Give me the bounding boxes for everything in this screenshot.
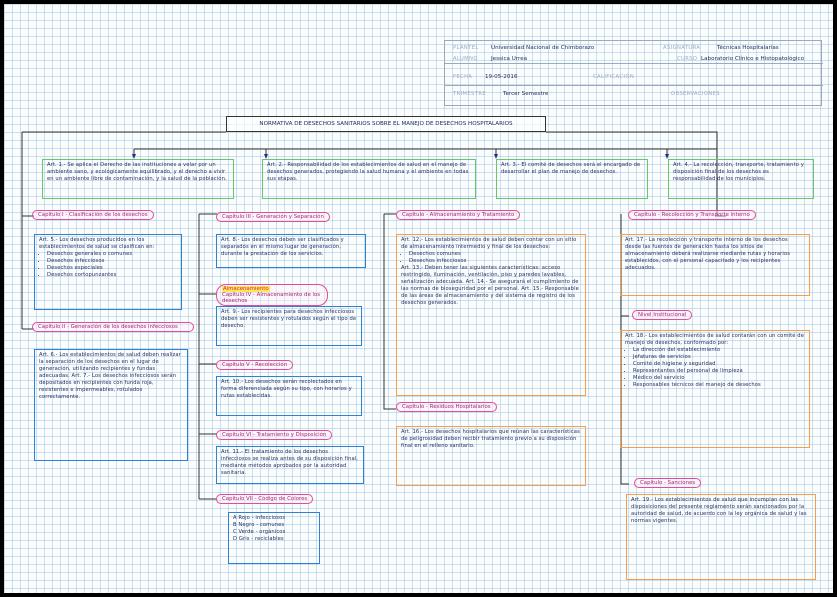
recoleccion2-title: Capítulo - Recolección y Transporte inte… [628, 210, 756, 220]
list-item: A Rojo - infecciosos [233, 515, 286, 521]
article-4-box: Art. 4.- La recolección, transporte, tra… [668, 159, 814, 199]
alumno-label: ALUMNO [453, 56, 478, 62]
almacenamiento-box: Art. 9.- Los recipientes para desechos i… [216, 306, 362, 346]
fecha-label: FECHA [453, 74, 473, 80]
list-item: La dirección del establecimiento [633, 347, 805, 354]
recoleccion-box: Art. 10.- Los desechos serán recolectado… [216, 376, 362, 416]
article-1-box: Art. 1.- Se aplica el Derecho de las ins… [42, 159, 234, 199]
list-item: Comité de higiene y seguridad [633, 361, 805, 368]
institucional-box: Art. 18.- Los establecimientos de salud … [620, 330, 810, 448]
almac-central-box: Art. 12.- Los establecimientos de salud … [396, 234, 586, 396]
generacion-title: Capítulo III - Generación y Separación [216, 212, 330, 222]
clasificacion-list: Desechos generales o comunes Desechos in… [39, 251, 177, 279]
plantel-label: PLANTEL [453, 45, 479, 51]
infecciosos-box: Art. 6.- Los establecimientos de salud d… [34, 349, 188, 461]
recoleccion-title: Capítulo V - Recolección [216, 360, 294, 370]
alumno-value: Jessica Urrea [491, 56, 528, 62]
clasificacion-box: Art. 5.- Los desechos producidos en los … [34, 234, 182, 310]
list-item: Representantes del personal de limpieza [633, 368, 805, 375]
list-item: Responsables técnicos del manejo de dese… [633, 382, 805, 389]
observaciones-label: OBSERVACIONES [671, 91, 721, 97]
tratamiento-box: Art. 11.- El tratamiento de los desechos… [216, 446, 364, 484]
article-3-box: Art. 3.- El comité de desechos será el e… [496, 159, 648, 199]
list-item: Desechos infecciosos [47, 258, 177, 265]
list-item: Desechos infecciosos [409, 258, 581, 265]
almacenamiento-subtitle: Capítulo IV - Almacenamiento de los dese… [222, 292, 321, 304]
colores-title: Capítulo VII - Código de Colores [216, 494, 314, 504]
tratamiento-title: Capítulo VI - Tratamiento y Disposición [216, 430, 333, 440]
fecha-value: 19-05-2016 [485, 74, 518, 80]
infecciosos-title: Capítulo II - Generación de los desechos… [32, 322, 194, 332]
asignatura-value: Técnicas Hospitalarias [717, 45, 779, 51]
almac-central-title: Capítulo - Almacenamiento y Tratamiento [396, 210, 521, 220]
article-2-box: Art. 2.- Responsabilidad de los establec… [262, 159, 476, 199]
sanciones-box: Art. 19.- Los establecimientos de salud … [626, 494, 816, 580]
list-item: Médico del servicio [633, 375, 805, 382]
asignatura-label: ASIGNATURA [663, 45, 701, 51]
trimestre-value: Tercer Semestre [503, 91, 549, 97]
list-item: B Negro - comunes [233, 522, 285, 528]
almacenamiento-title: Almacenamiento Capítulo IV - Almacenamie… [216, 284, 328, 306]
plantel-value: Universidad Nacional de Chimborazo [491, 45, 595, 51]
list-item: Desechos generales o comunes [47, 251, 177, 258]
institucional-list: La dirección del establecimiento Jefatur… [625, 347, 805, 389]
curso-label: CURSO [677, 56, 698, 62]
clasificacion-title: Capítulo I - Clasificación de los desech… [32, 210, 154, 220]
calificacion-label: CALIFICACIÓN [593, 74, 635, 80]
almac-central-text2: Art. 13.- Deben tener las siguientes car… [401, 265, 579, 306]
header-form: PLANTEL Universidad Nacional de Chimbora… [444, 40, 823, 106]
sanciones-title: Capítulo - Sanciones [634, 478, 702, 488]
grid-paper-sheet: PLANTEL Universidad Nacional de Chimbora… [4, 4, 833, 593]
residuos-box: Art. 16.- Los desechos hospitalarios que… [396, 426, 586, 486]
residuos-title: Capítulo - Residuos Hospitalarios [396, 402, 497, 412]
screen-frame: PLANTEL Universidad Nacional de Chimbora… [0, 0, 837, 597]
recoleccion2-box: Art. 17.- La recolección y transporte in… [620, 234, 810, 296]
list-item: Jefaturas de servicios [633, 354, 805, 361]
list-item: Desechos especiales [47, 265, 177, 272]
institucional-title: Nivel Institucional [632, 310, 693, 320]
institucional-text: Art. 18.- Los establecimientos de salud … [625, 333, 804, 346]
list-item: Desechos cortopunzantes [47, 272, 177, 279]
list-item: Desechos comunes [409, 251, 581, 258]
clasificacion-text: Art. 5.- Los desechos producidos en los … [39, 237, 155, 250]
curso-value: Laboratorio Clínico e Histopatológico [701, 56, 804, 62]
generacion-box: Art. 8.- Los desechos deben ser clasific… [216, 234, 366, 268]
almac-central-list: Desechos comunes Desechos infecciosos [401, 251, 581, 265]
list-item: C Verde - orgánicos [233, 529, 286, 535]
almac-central-text: Art. 12.- Los establecimientos de salud … [401, 237, 577, 250]
colores-box: A Rojo - infecciosos B Negro - comunes C… [228, 512, 320, 564]
trimestre-label: TRIMESTRE [453, 91, 486, 97]
list-item: D Gris - reciclables [233, 536, 284, 542]
page-title: NORMATIVA DE DESECHOS SANITARIOS SOBRE E… [226, 116, 546, 132]
